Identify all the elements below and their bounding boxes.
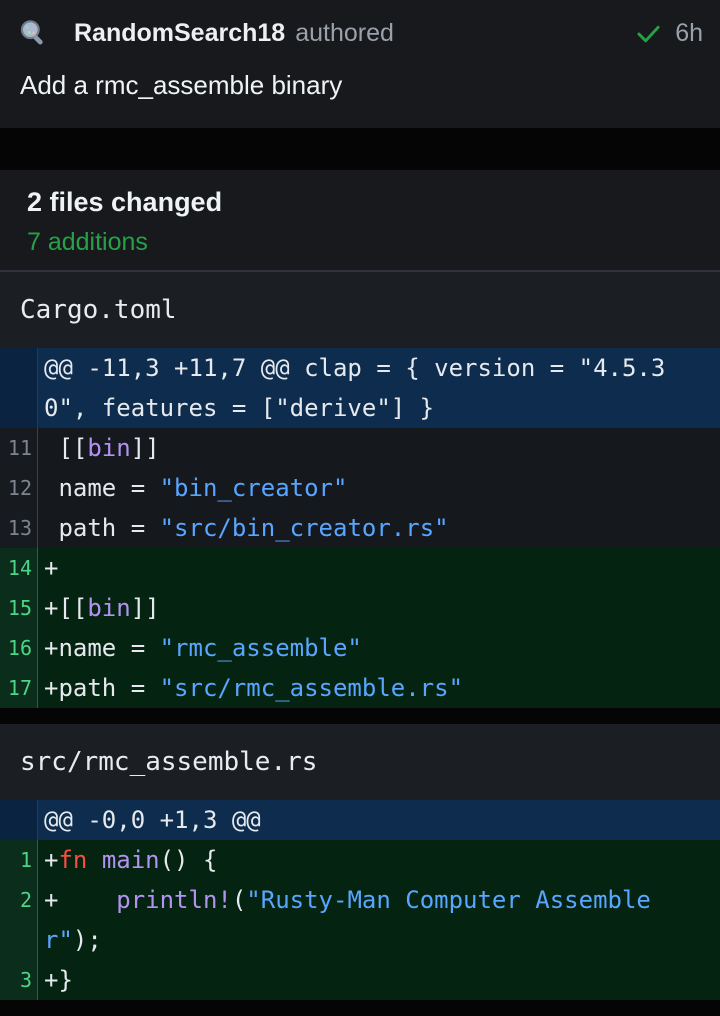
line-number: 15 [0,588,38,628]
line-number: 12 [0,468,38,508]
diff-row-add[interactable]: 15+[[bin]] [0,588,720,628]
code-token: "bin_creator" [160,474,348,502]
file-section: src/rmc_assemble.rs@@ -0,0 +1,3 @@1+fn m… [0,724,720,1000]
code-line: @@ -0,0 +1,3 @@ [38,800,720,840]
files-changed-count: 2 files changed [27,187,693,218]
code-token: +} [44,966,73,994]
author-name[interactable]: RandomSearch18 [74,19,285,48]
line-number: 2 [0,880,38,960]
diff-row-add[interactable]: 17+path = "src/rmc_assemble.rs" [0,668,720,708]
file-section: Cargo.toml@@ -11,3 +11,7 @@ clap = { ver… [0,270,720,708]
divider-band [0,708,720,724]
diff-row-context[interactable]: 13 path = "src/bin_creator.rs" [0,508,720,548]
file-header[interactable]: Cargo.toml [0,272,720,348]
code-token: name = [44,474,160,502]
code-token: "src/bin_creator.rs" [160,514,449,542]
line-number [0,800,38,840]
diff-row-add[interactable]: 3+} [0,960,720,1000]
commit-title: Add a rmc_assemble binary [20,70,703,101]
line-number: 3 [0,960,38,1000]
code-line: +[[bin]] [38,588,720,628]
author-row: RandomSearch18 authored 6h [17,17,703,49]
line-number: 17 [0,668,38,708]
code-line: path = "src/bin_creator.rs" [38,508,720,548]
diff-table: @@ -0,0 +1,3 @@1+fn main() {2+ println!(… [0,800,720,1000]
diff-row-add[interactable]: 2+ println!("Rusty-Man Computer Assemble… [0,880,720,960]
avatar-magnifying-glass-icon[interactable] [17,17,49,49]
code-token: path = [44,514,160,542]
code-line: + println!("Rusty-Man Computer Assembler… [38,880,720,960]
code-line: +fn main() { [38,840,720,880]
authored-label: authored [295,19,394,48]
code-token: @@ -0,0 +1,3 @@ [44,806,261,834]
code-token: + [44,554,58,582]
line-number: 1 [0,840,38,880]
divider-band [0,128,720,170]
diff-row-context[interactable]: 12 name = "bin_creator" [0,468,720,508]
code-line: name = "bin_creator" [38,468,720,508]
code-token: ]] [131,434,160,462]
code-token: + [44,886,116,914]
line-number: 11 [0,428,38,468]
code-token: ); [73,926,102,954]
code-token: "src/rmc_assemble.rs" [160,674,463,702]
code-token: + [44,846,58,874]
code-token: () { [160,846,218,874]
code-token: +[[ [44,594,87,622]
code-token: [[ [44,434,87,462]
file-header[interactable]: src/rmc_assemble.rs [0,724,720,800]
additions-count: 7 additions [27,228,693,257]
code-line: +} [38,960,720,1000]
code-token [87,846,101,874]
code-token: bin [87,434,130,462]
code-token: main [102,846,160,874]
commit-header: RandomSearch18 authored 6h Add a rmc_ass… [0,0,720,128]
diff-row-hunk[interactable]: @@ -11,3 +11,7 @@ clap = { version = "4.… [0,348,720,428]
line-number [0,348,38,428]
diff-stats: 2 files changed 7 additions [0,170,720,270]
diff-row-context[interactable]: 11 [[bin]] [0,428,720,468]
code-token: @@ -11,3 +11,7 @@ clap = { version = "4.… [44,354,665,422]
diff-row-hunk[interactable]: @@ -0,0 +1,3 @@ [0,800,720,840]
line-number: 13 [0,508,38,548]
code-token: ( [232,886,246,914]
diff-row-add[interactable]: 16+name = "rmc_assemble" [0,628,720,668]
code-token: +name = [44,634,160,662]
commit-time: 6h [675,19,703,48]
code-token: fn [58,846,87,874]
check-icon[interactable] [635,20,662,47]
code-token: ]] [131,594,160,622]
line-number: 14 [0,548,38,588]
diff-table: @@ -11,3 +11,7 @@ clap = { version = "4.… [0,348,720,708]
diff-row-add[interactable]: 1+fn main() { [0,840,720,880]
code-token: +path = [44,674,160,702]
code-token: "rmc_assemble" [160,634,362,662]
code-token: println! [116,886,232,914]
code-token: bin [87,594,130,622]
code-line: + [38,548,720,588]
code-line: [[bin]] [38,428,720,468]
diff-files: Cargo.toml@@ -11,3 +11,7 @@ clap = { ver… [0,270,720,1000]
code-line: @@ -11,3 +11,7 @@ clap = { version = "4.… [38,348,720,428]
diff-row-add[interactable]: 14+ [0,548,720,588]
line-number: 16 [0,628,38,668]
code-line: +name = "rmc_assemble" [38,628,720,668]
code-line: +path = "src/rmc_assemble.rs" [38,668,720,708]
